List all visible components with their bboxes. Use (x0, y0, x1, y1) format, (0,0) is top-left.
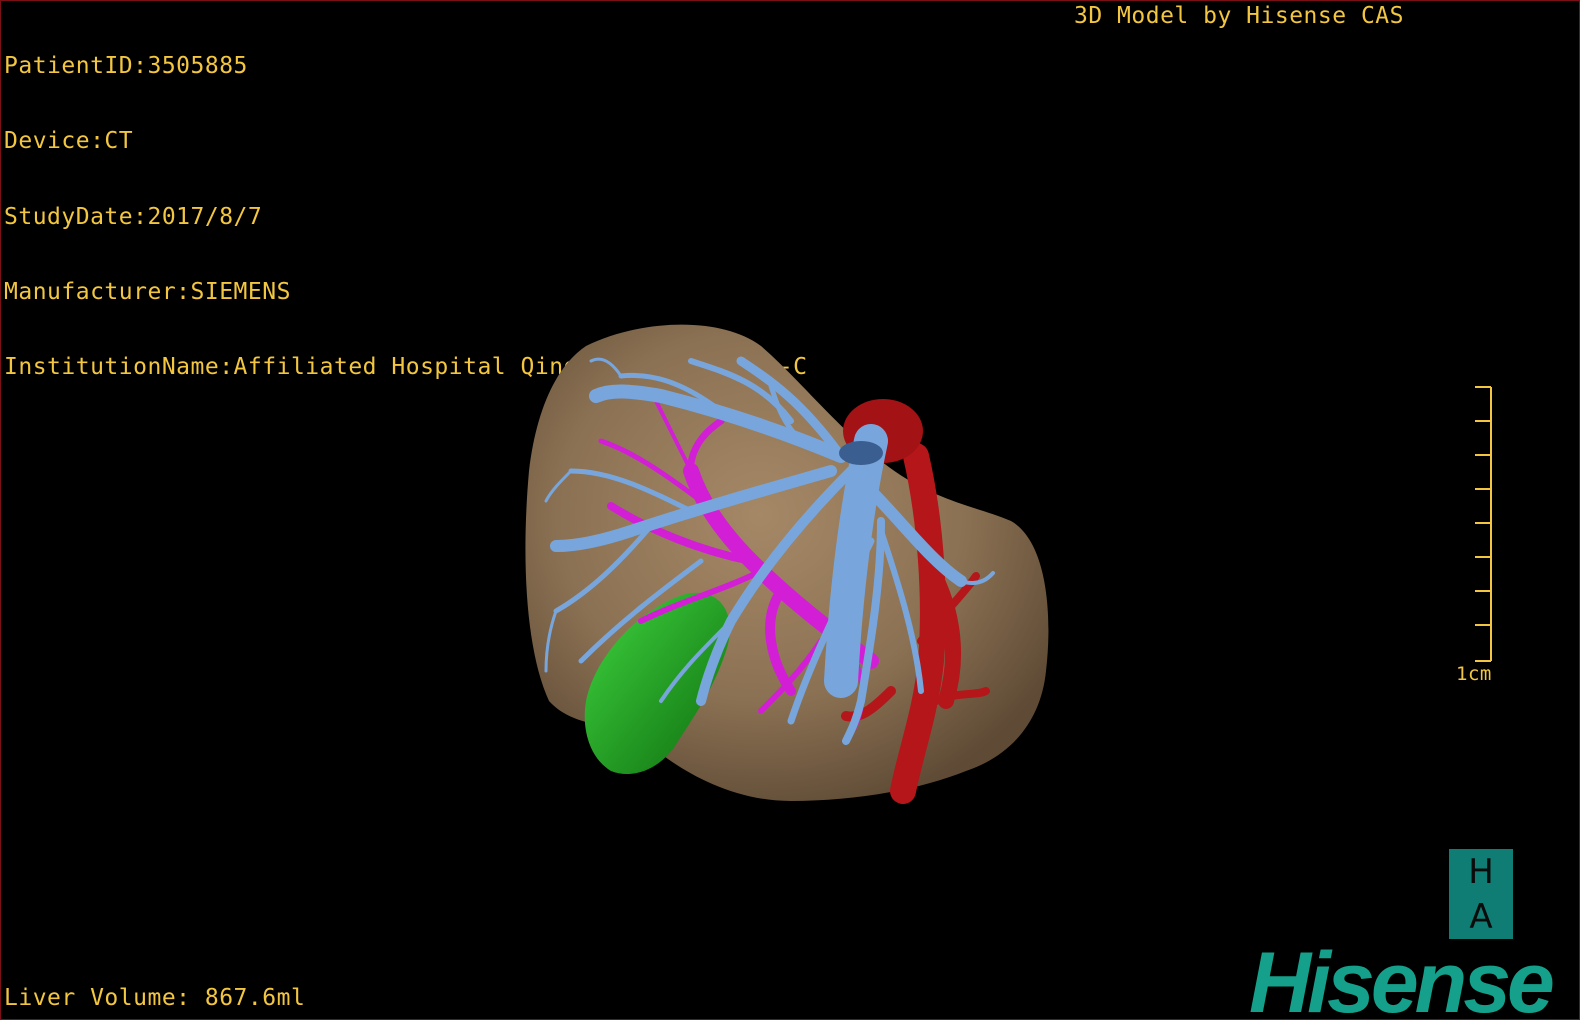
scale-bar-label: 1cm (1456, 663, 1492, 685)
liver-3d-model[interactable] (1, 1, 1579, 1019)
ivc-opening (839, 441, 883, 465)
hisense-logo: Hisense (1249, 935, 1555, 1020)
scale-bar (1475, 386, 1492, 662)
ha-logo-top: H (1468, 851, 1494, 892)
render-viewport[interactable]: PatientID:3505885 Device:CT StudyDate:20… (0, 0, 1580, 1020)
ha-logo-bottom: A (1469, 896, 1493, 937)
liver-volume: Liver Volume: 867.6ml (4, 985, 306, 1011)
ha-logo: H A (1449, 849, 1513, 939)
